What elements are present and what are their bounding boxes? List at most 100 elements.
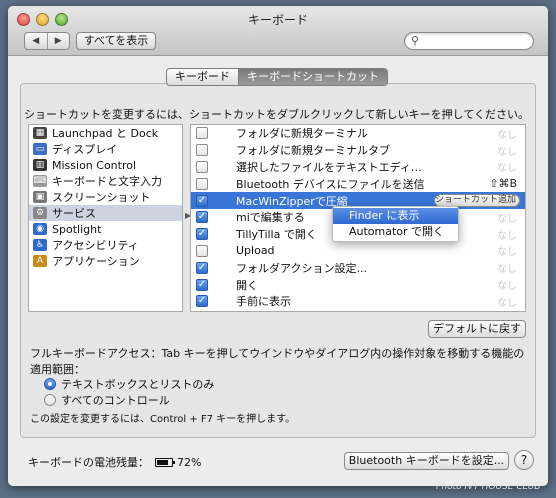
service-checkbox[interactable] xyxy=(196,244,208,257)
service-label: TillyTilla で開く xyxy=(236,228,317,242)
title-bar: キーボード ◀ ▶ すべてを表示 ⚲ xyxy=(8,6,548,56)
category-label: サービス xyxy=(52,207,96,220)
service-shortcut[interactable]: なし xyxy=(497,294,517,309)
category-label: アプリケーション xyxy=(52,255,140,268)
service-checkbox[interactable]: ✓ xyxy=(196,228,208,241)
service-shortcut[interactable]: なし xyxy=(497,159,517,174)
category-label: キーボードと文字入力 xyxy=(52,175,162,188)
category-item[interactable]: ⌨ キーボードと文字入力 xyxy=(29,173,182,189)
window-title: キーボード xyxy=(247,13,308,27)
photo-watermark: Photo IVY HOUSE CLUB xyxy=(436,482,541,492)
service-label: 手前に表示 xyxy=(236,295,291,309)
category-item[interactable]: ▦ Launchpad と Dock xyxy=(29,125,182,141)
service-checkbox[interactable]: ✓ xyxy=(196,211,208,224)
category-label: スクリーンショット xyxy=(52,191,151,204)
service-label: MacWinZipperで圧縮 xyxy=(236,194,348,208)
category-item[interactable]: ⚙ サービス xyxy=(29,205,182,221)
restore-defaults-button[interactable]: デフォルトに戻す xyxy=(428,320,526,338)
setup-bluetooth-keyboard-button[interactable]: Bluetooth キーボードを設定... xyxy=(344,452,509,470)
tab-keyboard-shortcuts[interactable]: キーボードショートカット xyxy=(238,69,387,85)
category-item[interactable]: ▭ ディスプレイ xyxy=(29,141,182,157)
service-row[interactable]: ✓ 開く なし xyxy=(191,276,525,293)
keyboard-icon: ⌨ xyxy=(33,175,47,187)
category-label: アクセシビリティ xyxy=(52,239,139,252)
service-row[interactable]: フォルダに新規ターミナル なし xyxy=(191,125,525,142)
radio-button[interactable] xyxy=(44,394,56,406)
category-label: Spotlight xyxy=(52,222,102,236)
service-label: フォルダに新規ターミナル xyxy=(236,127,368,141)
service-checkbox[interactable]: ✓ xyxy=(196,278,208,291)
applications-icon: A xyxy=(33,255,47,267)
category-item[interactable]: A アプリケーション xyxy=(29,253,182,269)
forward-arrow-icon[interactable]: ▶ xyxy=(48,33,70,49)
service-label: フォルダアクション設定... xyxy=(236,261,367,275)
radio-button[interactable] xyxy=(44,378,56,390)
service-checkbox[interactable] xyxy=(196,160,208,173)
service-shortcut[interactable]: ⇧⌘B xyxy=(489,177,517,190)
mission-control-icon: ▥ xyxy=(33,159,47,171)
context-menu-item[interactable]: Automator で開く xyxy=(333,224,458,240)
search-icon: ⚲ xyxy=(411,34,420,47)
radio-all-controls[interactable]: すべてのコントロール xyxy=(44,392,170,408)
show-all-button[interactable]: すべてを表示 xyxy=(76,32,156,50)
service-row[interactable]: Bluetooth デバイスにファイルを送信 ⇧⌘B xyxy=(191,175,525,192)
service-checkbox[interactable] xyxy=(196,127,208,140)
category-item[interactable]: ◉ Spotlight xyxy=(29,221,182,237)
tab-bar: キーボード キーボードショートカット xyxy=(166,68,388,86)
context-menu-item[interactable]: Finder に表示 xyxy=(333,208,458,224)
help-button[interactable]: ? xyxy=(514,450,534,470)
accessibility-icon: ♿ xyxy=(33,239,47,251)
battery-icon xyxy=(155,457,175,467)
service-shortcut[interactable]: なし xyxy=(497,210,517,225)
service-label: Bluetooth デバイスにファイルを送信 xyxy=(236,177,425,191)
service-shortcut[interactable]: なし xyxy=(497,243,517,258)
tab-keyboard[interactable]: キーボード xyxy=(167,69,238,85)
service-row[interactable]: Upload なし xyxy=(191,243,525,260)
service-shortcut[interactable]: なし xyxy=(497,277,517,292)
service-row[interactable]: ✓ フォルダアクション設定... なし xyxy=(191,259,525,276)
category-label: ディスプレイ xyxy=(52,143,118,156)
category-item[interactable]: ♿ アクセシビリティ xyxy=(29,237,182,253)
category-item[interactable]: ▥ Mission Control xyxy=(29,157,182,173)
service-shortcut[interactable]: なし xyxy=(497,126,517,141)
control-f7-note: この設定を変更するには、Control + F7 キーを押します。 xyxy=(30,414,296,425)
instruction-text: ショートカットを変更するには、ショートカットをダブルクリックして新しいキーを押し… xyxy=(24,108,530,121)
back-arrow-icon[interactable]: ◀ xyxy=(25,33,48,49)
service-shortcut[interactable]: なし xyxy=(497,143,517,158)
service-row[interactable]: ✓ 手前に表示 なし xyxy=(191,293,525,310)
service-checkbox[interactable]: ✓ xyxy=(196,261,208,274)
display-icon: ▭ xyxy=(33,143,47,155)
full-keyboard-access-text: フルキーボードアクセス：Tab キーを押してウインドウやダイアログ内の操作対象を… xyxy=(30,347,525,376)
service-shortcut[interactable]: なし xyxy=(497,227,517,242)
service-row[interactable]: 選択したファイルをテキストエディ… なし xyxy=(191,159,525,176)
battery-percent: 72% xyxy=(177,455,202,469)
service-shortcut[interactable]: なし xyxy=(497,260,517,275)
spotlight-icon: ◉ xyxy=(33,223,47,235)
service-label: Upload xyxy=(236,244,275,258)
service-label: フォルダに新規ターミナルタブ xyxy=(236,144,390,158)
radio-text-and-lists[interactable]: テキストボックスとリストのみ xyxy=(44,376,214,392)
screenshot-icon: ▣ xyxy=(33,191,47,203)
search-field[interactable]: ⚲ xyxy=(404,32,534,50)
service-checkbox[interactable] xyxy=(196,144,208,157)
service-label: 開く xyxy=(236,278,258,292)
search-input[interactable] xyxy=(425,34,529,48)
radio-label: すべてのコントロール xyxy=(61,394,170,407)
launchpad-icon: ▦ xyxy=(33,127,47,139)
category-label: Mission Control xyxy=(52,158,137,172)
service-row[interactable]: フォルダに新規ターミナルタブ なし xyxy=(191,142,525,159)
category-label: Launchpad と Dock xyxy=(52,127,159,140)
category-item[interactable]: ▣ スクリーンショット xyxy=(29,189,182,205)
battery-level: キーボードの電池残量： 72% xyxy=(28,454,201,470)
category-list[interactable]: ▦ Launchpad と Dock ▭ ディスプレイ ▥ Mission Control… xyxy=(28,124,183,312)
radio-label: テキストボックスとリストのみ xyxy=(61,378,215,391)
battery-label: キーボードの電池残量： xyxy=(28,456,149,469)
service-checkbox[interactable] xyxy=(196,177,208,190)
context-menu: Finder に表示 Automator で開く xyxy=(332,206,459,242)
back-forward-control: ◀ ▶ xyxy=(24,32,70,50)
service-label: miで編集する xyxy=(236,211,305,225)
service-label: 選択したファイルをテキストエディ… xyxy=(236,160,422,174)
service-checkbox[interactable]: ✓ xyxy=(196,295,208,308)
gear-icon: ⚙ xyxy=(33,207,47,219)
service-checkbox[interactable]: ✓ xyxy=(196,194,208,207)
